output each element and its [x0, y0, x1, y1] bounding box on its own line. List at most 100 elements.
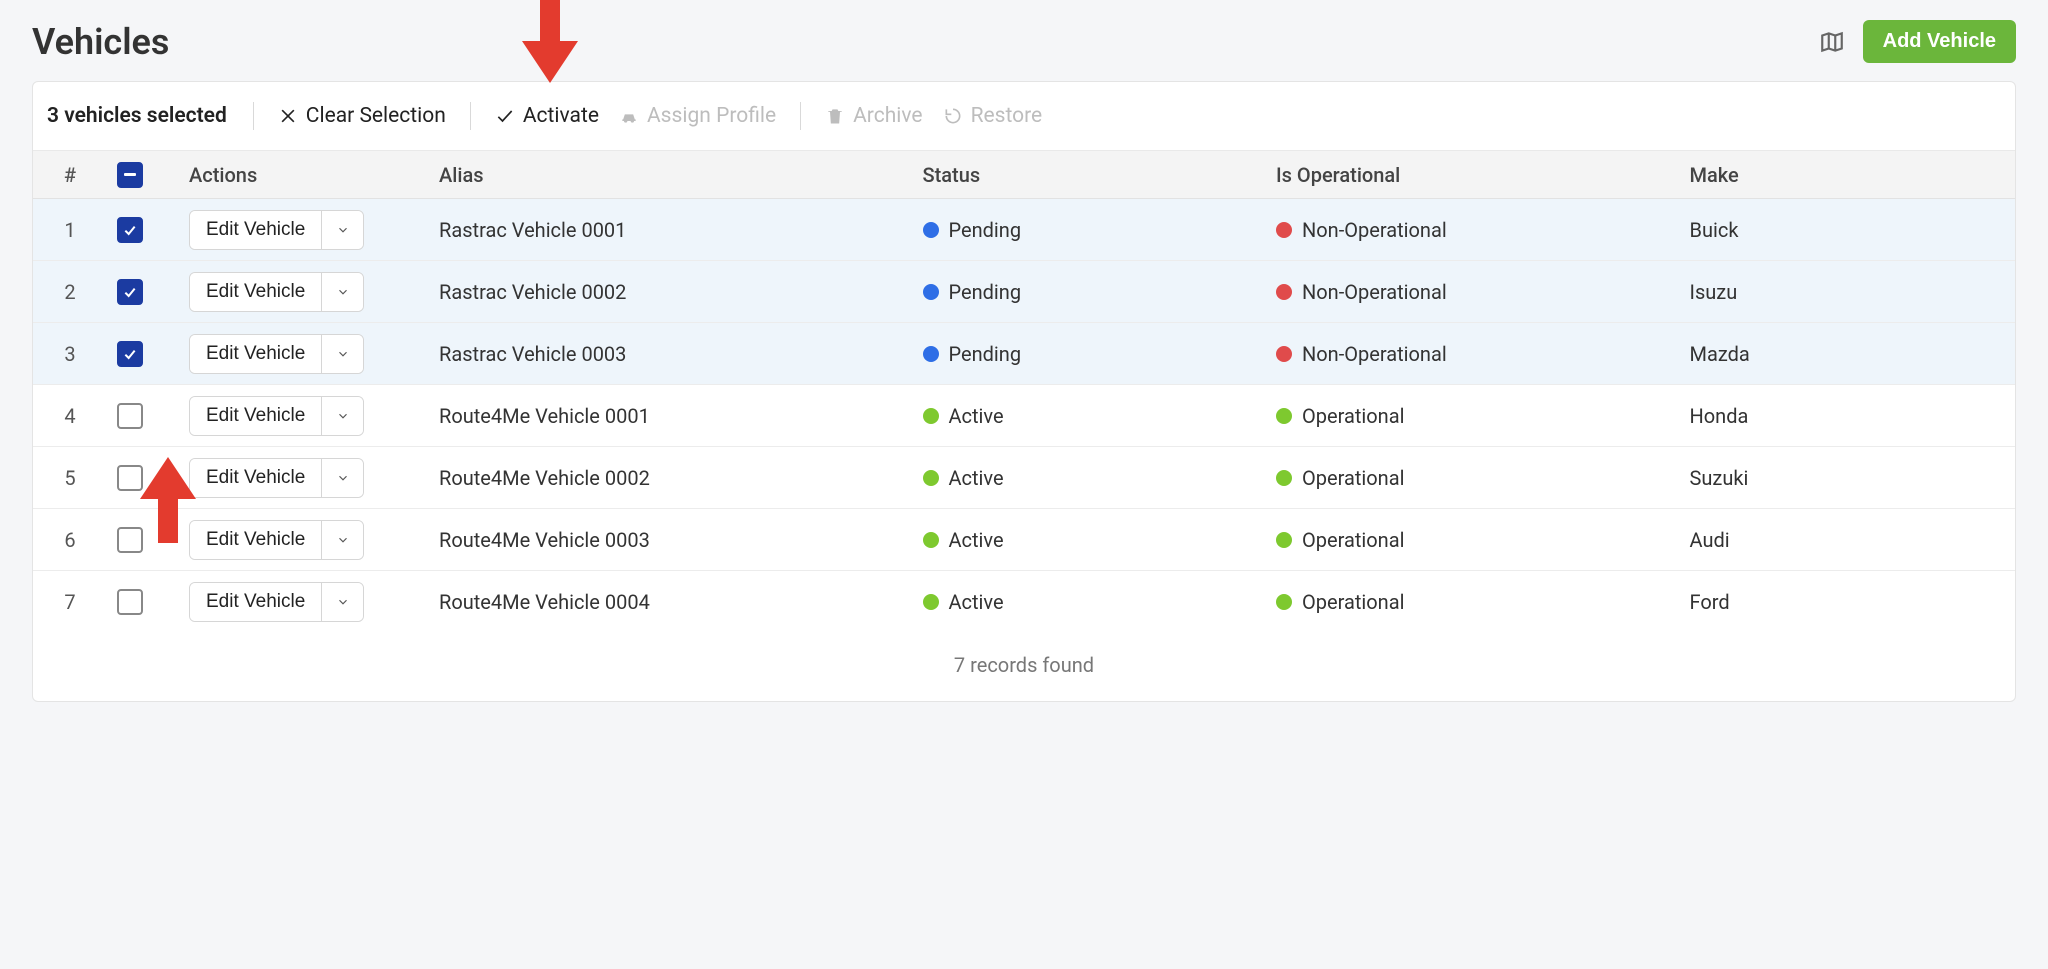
row-actions-cell: Edit Vehicle — [181, 334, 431, 374]
row-number: 7 — [33, 590, 107, 614]
status-dot — [923, 222, 939, 238]
row-number: 1 — [33, 218, 107, 242]
restore-label: Restore — [971, 104, 1043, 128]
assign-profile-button[interactable]: Assign Profile — [611, 100, 784, 132]
row-alias: Route4Me Vehicle 0004 — [431, 590, 915, 614]
divider — [253, 102, 254, 130]
edit-vehicle-dropdown[interactable] — [321, 459, 363, 497]
row-checkbox[interactable] — [117, 403, 143, 429]
edit-vehicle-dropdown[interactable] — [321, 397, 363, 435]
status-text: Pending — [949, 218, 1022, 242]
edit-vehicle-button[interactable]: Edit Vehicle — [190, 521, 321, 559]
clear-selection-button[interactable]: Clear Selection — [270, 100, 454, 132]
add-vehicle-button[interactable]: Add Vehicle — [1863, 20, 2016, 63]
row-make: Isuzu — [1682, 280, 2016, 304]
operational-dot — [1276, 594, 1292, 610]
row-checkbox-cell — [107, 403, 181, 429]
row-checkbox[interactable] — [117, 589, 143, 615]
edit-vehicle-dropdown[interactable] — [321, 273, 363, 311]
row-checkbox[interactable] — [117, 527, 143, 553]
edit-vehicle-button[interactable]: Edit Vehicle — [190, 273, 321, 311]
row-operational: Operational — [1268, 590, 1682, 614]
status-dot — [923, 594, 939, 610]
row-number: 5 — [33, 466, 107, 490]
row-number: 2 — [33, 280, 107, 304]
assign-profile-label: Assign Profile — [647, 104, 776, 128]
activate-label: Activate — [523, 104, 599, 128]
status-dot — [923, 532, 939, 548]
row-actions-cell: Edit Vehicle — [181, 210, 431, 250]
row-status: Pending — [915, 280, 1269, 304]
edit-vehicle-group: Edit Vehicle — [189, 458, 364, 498]
row-checkbox[interactable] — [117, 341, 143, 367]
table-body: 1 Edit Vehicle Rastrac Vehicle 0001 Pending… — [33, 199, 2015, 633]
chevron-down-icon — [336, 533, 350, 547]
row-operational: Operational — [1268, 466, 1682, 490]
restore-button[interactable]: Restore — [935, 100, 1051, 132]
col-header-alias: Alias — [431, 163, 915, 187]
table-row: 6 Edit Vehicle Route4Me Vehicle 0003 Active… — [33, 509, 2015, 571]
edit-vehicle-group: Edit Vehicle — [189, 582, 364, 622]
operational-dot — [1276, 470, 1292, 486]
row-checkbox[interactable] — [117, 217, 143, 243]
row-number: 4 — [33, 404, 107, 428]
operational-text: Non-Operational — [1302, 342, 1447, 366]
divider — [470, 102, 471, 130]
edit-vehicle-button[interactable]: Edit Vehicle — [190, 583, 321, 621]
status-text: Pending — [949, 280, 1022, 304]
footer-records: 7 records found — [33, 633, 2015, 701]
table-row: 2Edit VehicleRastrac Vehicle 0002Pending… — [33, 261, 2015, 323]
status-text: Active — [949, 590, 1004, 614]
status-text: Active — [949, 466, 1004, 490]
toolbar: 3 vehicles selected Clear Selection Acti… — [33, 82, 2015, 151]
status-dot — [923, 284, 939, 300]
row-checkbox[interactable] — [117, 279, 143, 305]
archive-button[interactable]: Archive — [817, 100, 930, 132]
restore-icon — [943, 106, 963, 126]
header-actions: Add Vehicle — [1819, 20, 2016, 63]
status-dot — [923, 470, 939, 486]
edit-vehicle-button[interactable]: Edit Vehicle — [190, 397, 321, 435]
edit-vehicle-button[interactable]: Edit Vehicle — [190, 459, 321, 497]
row-status: Active — [915, 590, 1269, 614]
trash-icon — [825, 106, 845, 126]
row-actions-cell: Edit Vehicle — [181, 458, 431, 498]
activate-button[interactable]: Activate — [487, 100, 607, 132]
col-header-actions: Actions — [181, 163, 431, 187]
edit-vehicle-dropdown[interactable] — [321, 211, 363, 249]
edit-vehicle-dropdown[interactable] — [321, 583, 363, 621]
row-alias: Rastrac Vehicle 0003 — [431, 342, 915, 366]
select-all-checkbox[interactable] — [117, 162, 143, 188]
chevron-down-icon — [336, 595, 350, 609]
row-actions-cell: Edit Vehicle — [181, 272, 431, 312]
table-row: 5Edit VehicleRoute4Me Vehicle 0002Active… — [33, 447, 2015, 509]
row-operational: Operational — [1268, 528, 1682, 552]
operational-text: Operational — [1302, 590, 1404, 614]
row-alias: Route4Me Vehicle 0001 — [431, 404, 915, 428]
row-checkbox-cell — [107, 527, 181, 553]
row-make: Honda — [1682, 404, 2016, 428]
row-checkbox[interactable] — [117, 465, 143, 491]
status-text: Active — [949, 528, 1004, 552]
operational-text: Non-Operational — [1302, 218, 1447, 242]
row-operational: Non-Operational — [1268, 342, 1682, 366]
table-row: 3 Edit Vehicle Rastrac Vehicle 0003Pending… — [33, 323, 2015, 385]
page-title: Vehicles — [32, 21, 169, 63]
table-row: 4Edit VehicleRoute4Me Vehicle 0001Active… — [33, 385, 2015, 447]
row-operational: Non-Operational — [1268, 280, 1682, 304]
edit-vehicle-dropdown[interactable] — [321, 521, 363, 559]
edit-vehicle-dropdown[interactable] — [321, 335, 363, 373]
clear-selection-label: Clear Selection — [306, 104, 446, 128]
chevron-down-icon — [336, 223, 350, 237]
operational-text: Operational — [1302, 404, 1404, 428]
edit-vehicle-button[interactable]: Edit Vehicle — [190, 335, 321, 373]
row-status: Pending — [915, 342, 1269, 366]
selection-count: 3 vehicles selected — [47, 104, 237, 128]
row-alias: Route4Me Vehicle 0003 — [431, 528, 915, 552]
row-make: Ford — [1682, 590, 2016, 614]
row-number: 6 — [33, 528, 107, 552]
map-icon[interactable] — [1819, 29, 1845, 55]
row-number: 3 — [33, 342, 107, 366]
row-alias: Rastrac Vehicle 0001 — [431, 218, 915, 242]
edit-vehicle-button[interactable]: Edit Vehicle — [190, 211, 321, 249]
